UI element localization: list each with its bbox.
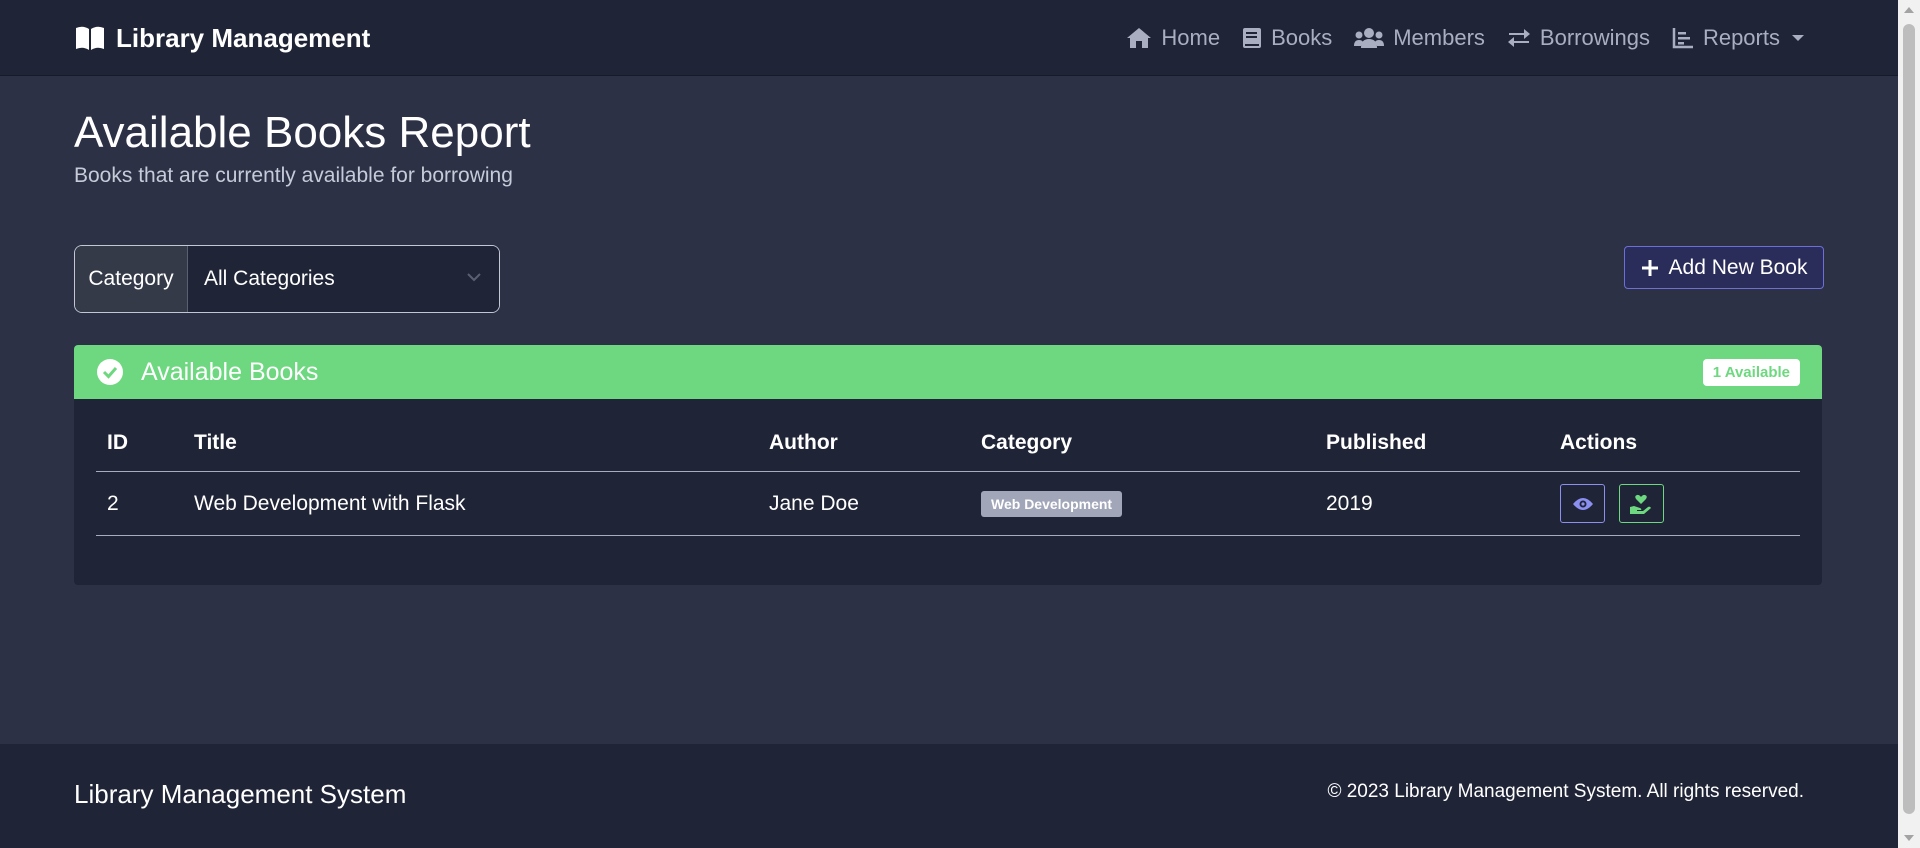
- nav-members[interactable]: Members: [1354, 25, 1485, 51]
- col-header-id: ID: [96, 431, 183, 472]
- brand[interactable]: Library Management: [74, 20, 370, 56]
- col-header-actions: Actions: [1549, 431, 1800, 472]
- hand-holding-heart-icon: [1630, 494, 1652, 514]
- vertical-scrollbar[interactable]: [1898, 0, 1920, 848]
- table-header-row: ID Title Author Category Published Actio…: [96, 431, 1800, 472]
- add-new-book-button[interactable]: Add New Book: [1624, 246, 1824, 289]
- page-title: Available Books Report: [74, 108, 531, 157]
- caret-down-icon: [1792, 35, 1804, 41]
- scrollbar-thumb[interactable]: [1903, 24, 1915, 814]
- category-select[interactable]: All Categories: [188, 246, 499, 312]
- col-header-author: Author: [758, 431, 970, 472]
- col-header-published: Published: [1315, 431, 1549, 472]
- cell-actions: [1549, 471, 1800, 536]
- available-count-badge: 1 Available: [1702, 359, 1800, 386]
- nav-reports-label: Reports: [1702, 25, 1780, 50]
- footer-title: Library Management System: [74, 779, 407, 809]
- footer-copyright: © 2023 Library Management System. All ri…: [1327, 781, 1804, 802]
- navbar: Library Management Home Books Members Bo…: [0, 0, 1898, 76]
- exchange-icon: [1507, 29, 1530, 47]
- main-nav: Home Books Members Borrowings Reports: [1104, 20, 1804, 56]
- chart-icon: [1672, 28, 1693, 49]
- scroll-up-arrow-icon[interactable]: [1904, 7, 1914, 13]
- card-title: Available Books: [141, 357, 319, 386]
- view-button[interactable]: [1560, 484, 1605, 523]
- borrow-button[interactable]: [1618, 484, 1664, 523]
- book-open-icon: [76, 26, 104, 50]
- nav-home[interactable]: Home: [1126, 25, 1220, 51]
- category-select-value: All Categories: [204, 267, 335, 290]
- chevron-down-icon: [467, 273, 481, 282]
- cell-category: Web Development: [970, 471, 1315, 536]
- home-icon: [1127, 28, 1152, 48]
- check-circle-icon: [97, 359, 123, 385]
- cell-published: 2019: [1315, 471, 1549, 536]
- col-header-title: Title: [183, 431, 758, 472]
- nav-books-label: Books: [1271, 25, 1333, 50]
- brand-label: Library Management: [116, 22, 371, 53]
- book-icon: [1243, 28, 1262, 48]
- nav-reports[interactable]: Reports: [1672, 25, 1804, 51]
- footer: Library Management System © 2023 Library…: [0, 744, 1898, 848]
- nav-books[interactable]: Books: [1242, 25, 1332, 51]
- nav-home-label: Home: [1161, 25, 1221, 50]
- cell-id: 2: [96, 471, 183, 536]
- col-header-category: Category: [970, 431, 1315, 472]
- page-subtitle: Books that are currently available for b…: [74, 164, 513, 187]
- eye-icon: [1572, 497, 1593, 510]
- nav-borrowings-label: Borrowings: [1539, 25, 1650, 50]
- card-header: Available Books 1 Available: [74, 345, 1822, 399]
- cell-title: Web Development with Flask: [183, 471, 758, 536]
- scroll-down-arrow-icon[interactable]: [1904, 835, 1914, 841]
- users-icon: [1354, 28, 1385, 48]
- category-filter-label: Category: [75, 246, 188, 312]
- nav-borrowings[interactable]: Borrowings: [1507, 25, 1650, 51]
- cell-author: Jane Doe: [758, 471, 970, 536]
- table-row: 2 Web Development with Flask Jane Doe We…: [96, 471, 1800, 536]
- available-books-card: Available Books 1 Available ID Title Aut…: [74, 345, 1822, 585]
- plus-icon: [1641, 259, 1658, 276]
- add-new-book-label: Add New Book: [1668, 255, 1808, 279]
- books-table: ID Title Author Category Published Actio…: [96, 431, 1800, 536]
- category-filter: Category All Categories: [74, 245, 500, 313]
- nav-members-label: Members: [1393, 25, 1485, 50]
- category-badge: Web Development: [981, 490, 1123, 517]
